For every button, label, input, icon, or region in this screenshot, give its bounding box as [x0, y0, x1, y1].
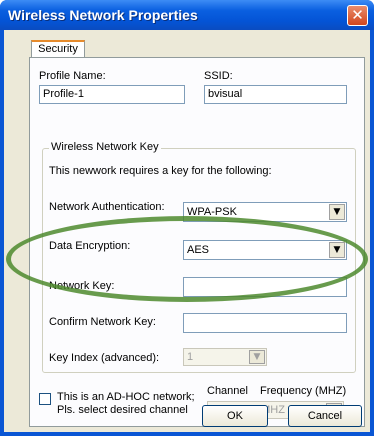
- confirm-key-label: Confirm Network Key:: [49, 316, 156, 328]
- cancel-button[interactable]: Cancel: [288, 405, 362, 427]
- title-bar[interactable]: Wireless Network Properties ✕: [0, 0, 374, 30]
- key-index-select[interactable]: 1 ▼: [183, 348, 267, 366]
- tab-security[interactable]: Security: [31, 40, 85, 58]
- ok-button[interactable]: OK: [202, 405, 268, 427]
- network-auth-value: WPA-PSK: [187, 206, 237, 218]
- group-title: Wireless Network Key: [49, 141, 161, 153]
- data-encryption-value: AES: [187, 244, 210, 256]
- profile-name-input[interactable]: Profile-1: [39, 85, 185, 104]
- key-index-label: Key Index (advanced):: [49, 352, 160, 364]
- confirm-key-input[interactable]: [183, 313, 347, 333]
- chevron-down-icon[interactable]: ▼: [329, 242, 345, 258]
- data-encryption-select[interactable]: AES ▼: [183, 240, 347, 260]
- close-icon: ✕: [351, 6, 364, 24]
- adhoc-checkbox[interactable]: [39, 393, 51, 405]
- frequency-header: Frequency (MHZ): [260, 385, 347, 397]
- close-button[interactable]: ✕: [347, 5, 368, 26]
- chevron-down-icon[interactable]: ▼: [329, 204, 345, 220]
- channel-header: Channel: [207, 385, 248, 397]
- dialog-window: Wireless Network Properties ✕ Security P…: [0, 0, 374, 436]
- ssid-label: SSID:: [204, 70, 233, 82]
- data-encryption-label: Data Encryption:: [49, 240, 131, 252]
- dialog-body: Security Profile Name: Profile-1 SSID: b…: [4, 30, 370, 432]
- ssid-input[interactable]: bvisual: [204, 85, 347, 104]
- network-auth-label: Network Authentication:: [49, 201, 165, 213]
- adhoc-label-line2: Pls. select desired channel: [57, 404, 188, 416]
- wireless-key-group: Wireless Network Key This newwork requir…: [42, 141, 356, 373]
- network-key-label: Network Key:: [49, 280, 115, 292]
- chevron-down-icon[interactable]: ▼: [249, 350, 265, 364]
- adhoc-label-line1: This is an AD-HOC network;: [57, 391, 195, 403]
- network-key-input[interactable]: [183, 277, 347, 297]
- network-auth-select[interactable]: WPA-PSK ▼: [183, 202, 347, 222]
- window-title: Wireless Network Properties: [8, 7, 198, 23]
- profile-name-label: Profile Name:: [39, 70, 106, 82]
- security-panel: Profile Name: Profile-1 SSID: bvisual Wi…: [29, 57, 365, 427]
- group-intro-text: This newwork requires a key for the foll…: [49, 165, 272, 177]
- key-index-value: 1: [187, 351, 194, 363]
